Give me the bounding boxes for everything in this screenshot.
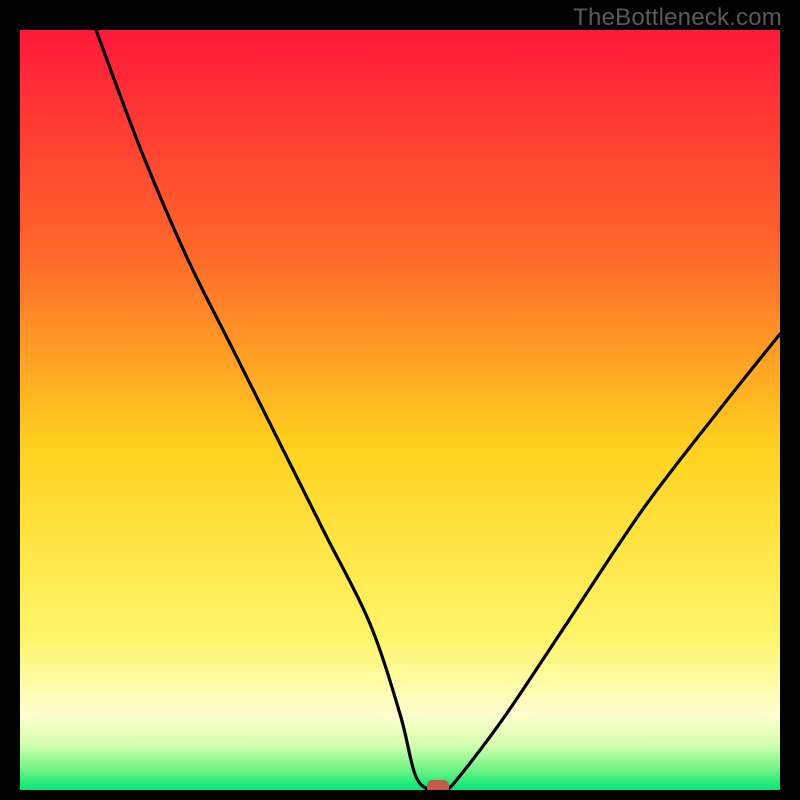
plot-area: [20, 30, 780, 790]
optimum-marker: [427, 780, 449, 790]
chart-frame: TheBottleneck.com: [0, 0, 800, 800]
chart-svg: [20, 30, 780, 790]
gradient-background: [20, 30, 780, 790]
watermark-text: TheBottleneck.com: [573, 4, 782, 32]
